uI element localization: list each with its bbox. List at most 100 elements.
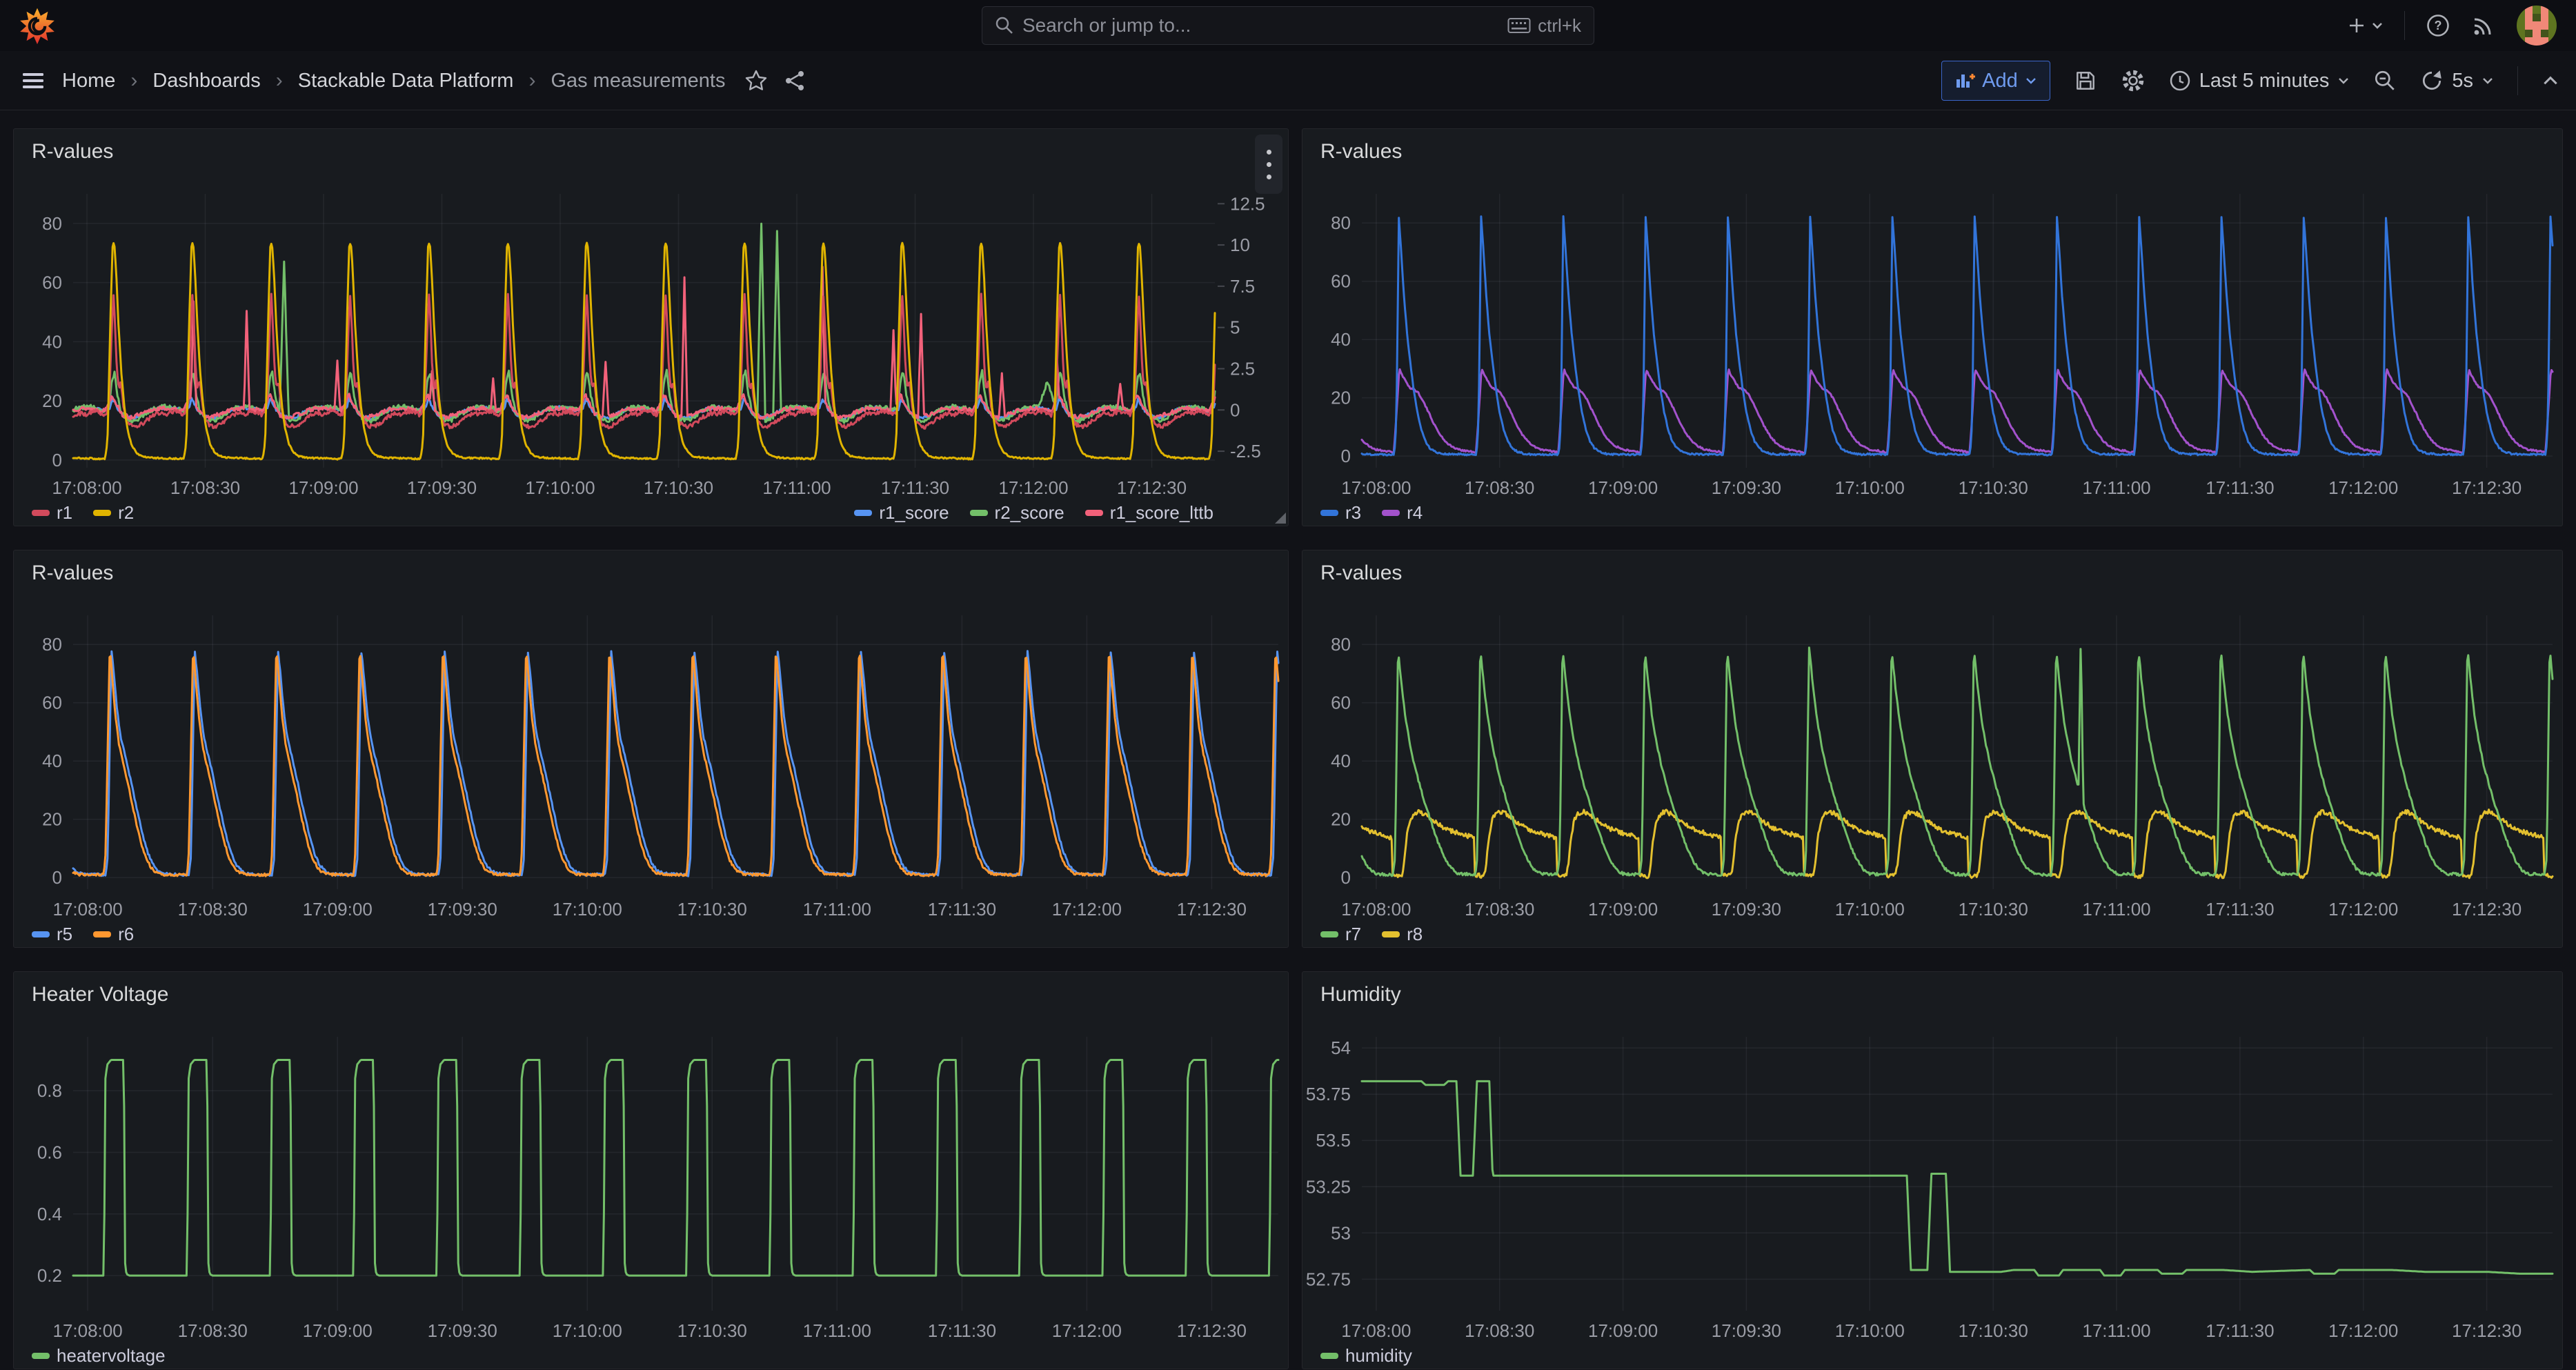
y-axis-tick-label: 0.2	[37, 1265, 62, 1286]
panel-menu-button[interactable]	[1255, 135, 1282, 194]
dashboard-grid: R-values020406080-2.502.557.51012.517:08…	[0, 0, 2576, 1245]
panel-r-values-1: R-values02040608017:08:0017:08:3017:09:0…	[1302, 128, 2563, 526]
x-axis-tick-label: 17:11:30	[2206, 899, 2274, 920]
y-axis-tick-label: 60	[1331, 693, 1351, 713]
x-axis-tick-label: 17:08:30	[178, 899, 248, 920]
x-axis-tick-label: 17:09:30	[1712, 1320, 1781, 1341]
y-axis-tick-label: 0	[1341, 446, 1351, 466]
legend-label: heatervoltage	[57, 1345, 166, 1367]
y-axis-tick-label: 40	[1331, 751, 1351, 771]
x-axis-tick-label: 17:12:00	[1052, 899, 1122, 920]
y-axis-tick-label: 60	[1331, 271, 1351, 292]
y-axis-tick-label: 20	[1331, 809, 1351, 830]
plot-area[interactable]: 02040608017:08:0017:08:3017:09:0017:09:3…	[1302, 550, 2564, 949]
x-axis-tick-label: 17:11:00	[762, 477, 831, 498]
x-axis-tick-label: 17:09:00	[303, 1320, 373, 1341]
x-axis-tick-label: 17:10:30	[1959, 477, 2028, 498]
legend-item-r8[interactable]: r8	[1382, 924, 1423, 945]
x-axis-tick-label: 17:08:00	[1341, 1320, 1411, 1341]
legend-swatch	[970, 510, 988, 516]
legend-label: r5	[57, 924, 72, 945]
x-axis-tick-label: 17:12:30	[1117, 477, 1187, 498]
y-axis-tick-label: 20	[42, 809, 62, 830]
legend-item-r1[interactable]: r1	[32, 502, 72, 524]
legend-item-r2_score[interactable]: r2_score	[970, 502, 1064, 524]
x-axis-tick-label: 17:08:00	[1341, 477, 1411, 498]
legend-swatch	[1085, 510, 1103, 516]
y-axis-tick-label: 54	[1331, 1038, 1351, 1058]
y-axis-tick-label: 40	[42, 751, 62, 771]
legend-item-heatervoltage[interactable]: heatervoltage	[32, 1345, 166, 1367]
legend-label: r2	[118, 502, 134, 524]
x-axis-tick-label: 17:12:30	[2452, 477, 2521, 498]
y-axis-tick-label: 0	[1341, 867, 1351, 888]
panel-resize-handle[interactable]	[1275, 513, 1286, 524]
plot-area[interactable]: 02040608017:08:0017:08:3017:09:0017:09:3…	[1302, 129, 2564, 527]
panel-r-values-2: R-values02040608017:08:0017:08:3017:09:0…	[13, 550, 1289, 948]
legend-item-r5[interactable]: r5	[32, 924, 72, 945]
series-r4	[1362, 369, 2553, 453]
right-axis-tick-label: 10	[1230, 235, 1250, 255]
legend-item-r1_score_lttb[interactable]: r1_score_lttb	[1085, 502, 1213, 524]
x-axis-tick-label: 17:10:00	[553, 899, 622, 920]
legend-swatch	[93, 931, 111, 937]
legend-item-r4[interactable]: r4	[1382, 502, 1423, 524]
x-axis-tick-label: 17:12:30	[2452, 899, 2521, 920]
x-axis-tick-label: 17:11:00	[2082, 899, 2150, 920]
plot-area[interactable]: 02040608017:08:0017:08:3017:09:0017:09:3…	[14, 550, 1289, 949]
y-axis-tick-label: 0.4	[37, 1204, 62, 1224]
y-axis-tick-label: 0	[52, 867, 62, 888]
legend-label: r2_score	[995, 502, 1064, 524]
legend-item-humidity[interactable]: humidity	[1320, 1345, 1412, 1367]
legend-label: r4	[1407, 502, 1423, 524]
x-axis-tick-label: 17:10:00	[1835, 899, 1905, 920]
x-axis-tick-label: 17:08:00	[52, 899, 122, 920]
x-axis-tick-label: 17:11:30	[2206, 1320, 2274, 1341]
legend-item-r2[interactable]: r2	[93, 502, 134, 524]
plot-area[interactable]: 0.20.40.60.817:08:0017:08:3017:09:0017:0…	[14, 972, 1289, 1370]
panel-r-values-3: R-values02040608017:08:0017:08:3017:09:0…	[1302, 550, 2563, 948]
right-axis-tick-label: -2.5	[1230, 441, 1261, 461]
y-axis-tick-label: 20	[1331, 388, 1351, 408]
x-axis-tick-label: 17:10:30	[644, 477, 713, 498]
x-axis-tick-label: 17:09:00	[288, 477, 358, 498]
y-axis-tick-label: 53.75	[1306, 1084, 1351, 1104]
x-axis-tick-label: 17:10:00	[1835, 1320, 1905, 1341]
x-axis-tick-label: 17:11:30	[881, 477, 949, 498]
series-r3	[1362, 217, 2553, 456]
y-axis-tick-label: 0.6	[37, 1142, 62, 1163]
y-axis-tick-label: 20	[42, 390, 62, 411]
legend-item-r3[interactable]: r3	[1320, 502, 1361, 524]
plot-area[interactable]: 52.755353.2553.553.755417:08:0017:08:301…	[1302, 972, 2564, 1370]
x-axis-tick-label: 17:11:00	[2082, 1320, 2150, 1341]
x-axis-tick-label: 17:09:30	[428, 899, 497, 920]
x-axis-tick-label: 17:09:00	[303, 899, 373, 920]
x-axis-tick-label: 17:09:30	[1712, 477, 1781, 498]
legend-item-r1_score[interactable]: r1_score	[854, 502, 949, 524]
legend-item-r7[interactable]: r7	[1320, 924, 1361, 945]
legend-swatch	[1320, 510, 1338, 516]
panel-r-values-0: R-values020406080-2.502.557.51012.517:08…	[13, 128, 1289, 526]
y-axis-tick-label: 52.75	[1306, 1269, 1351, 1289]
x-axis-tick-label: 17:12:30	[1177, 899, 1247, 920]
x-axis-tick-label: 17:08:00	[1341, 899, 1411, 920]
right-axis-tick-label: 2.5	[1230, 359, 1255, 379]
legend-label: r1_score_lttb	[1110, 502, 1213, 524]
legend-swatch	[854, 510, 872, 516]
x-axis-tick-label: 17:12:00	[2328, 477, 2398, 498]
y-axis-tick-label: 80	[1331, 212, 1351, 233]
legend-swatch	[93, 510, 111, 516]
legend-swatch	[1320, 931, 1338, 937]
plot-area[interactable]: 020406080-2.502.557.51012.517:08:0017:08…	[14, 129, 1289, 527]
legend-label: r8	[1407, 924, 1423, 945]
x-axis-tick-label: 17:10:30	[1959, 899, 2028, 920]
series-r6	[73, 656, 1278, 877]
x-axis-tick-label: 17:10:30	[1959, 1320, 2028, 1341]
x-axis-tick-label: 17:09:30	[428, 1320, 497, 1341]
legend-item-r6[interactable]: r6	[93, 924, 134, 945]
y-axis-tick-label: 60	[42, 693, 62, 713]
x-axis-tick-label: 17:11:00	[803, 899, 871, 920]
legend-swatch	[32, 1353, 50, 1359]
legend-swatch	[32, 931, 50, 937]
x-axis-tick-label: 17:09:30	[1712, 899, 1781, 920]
